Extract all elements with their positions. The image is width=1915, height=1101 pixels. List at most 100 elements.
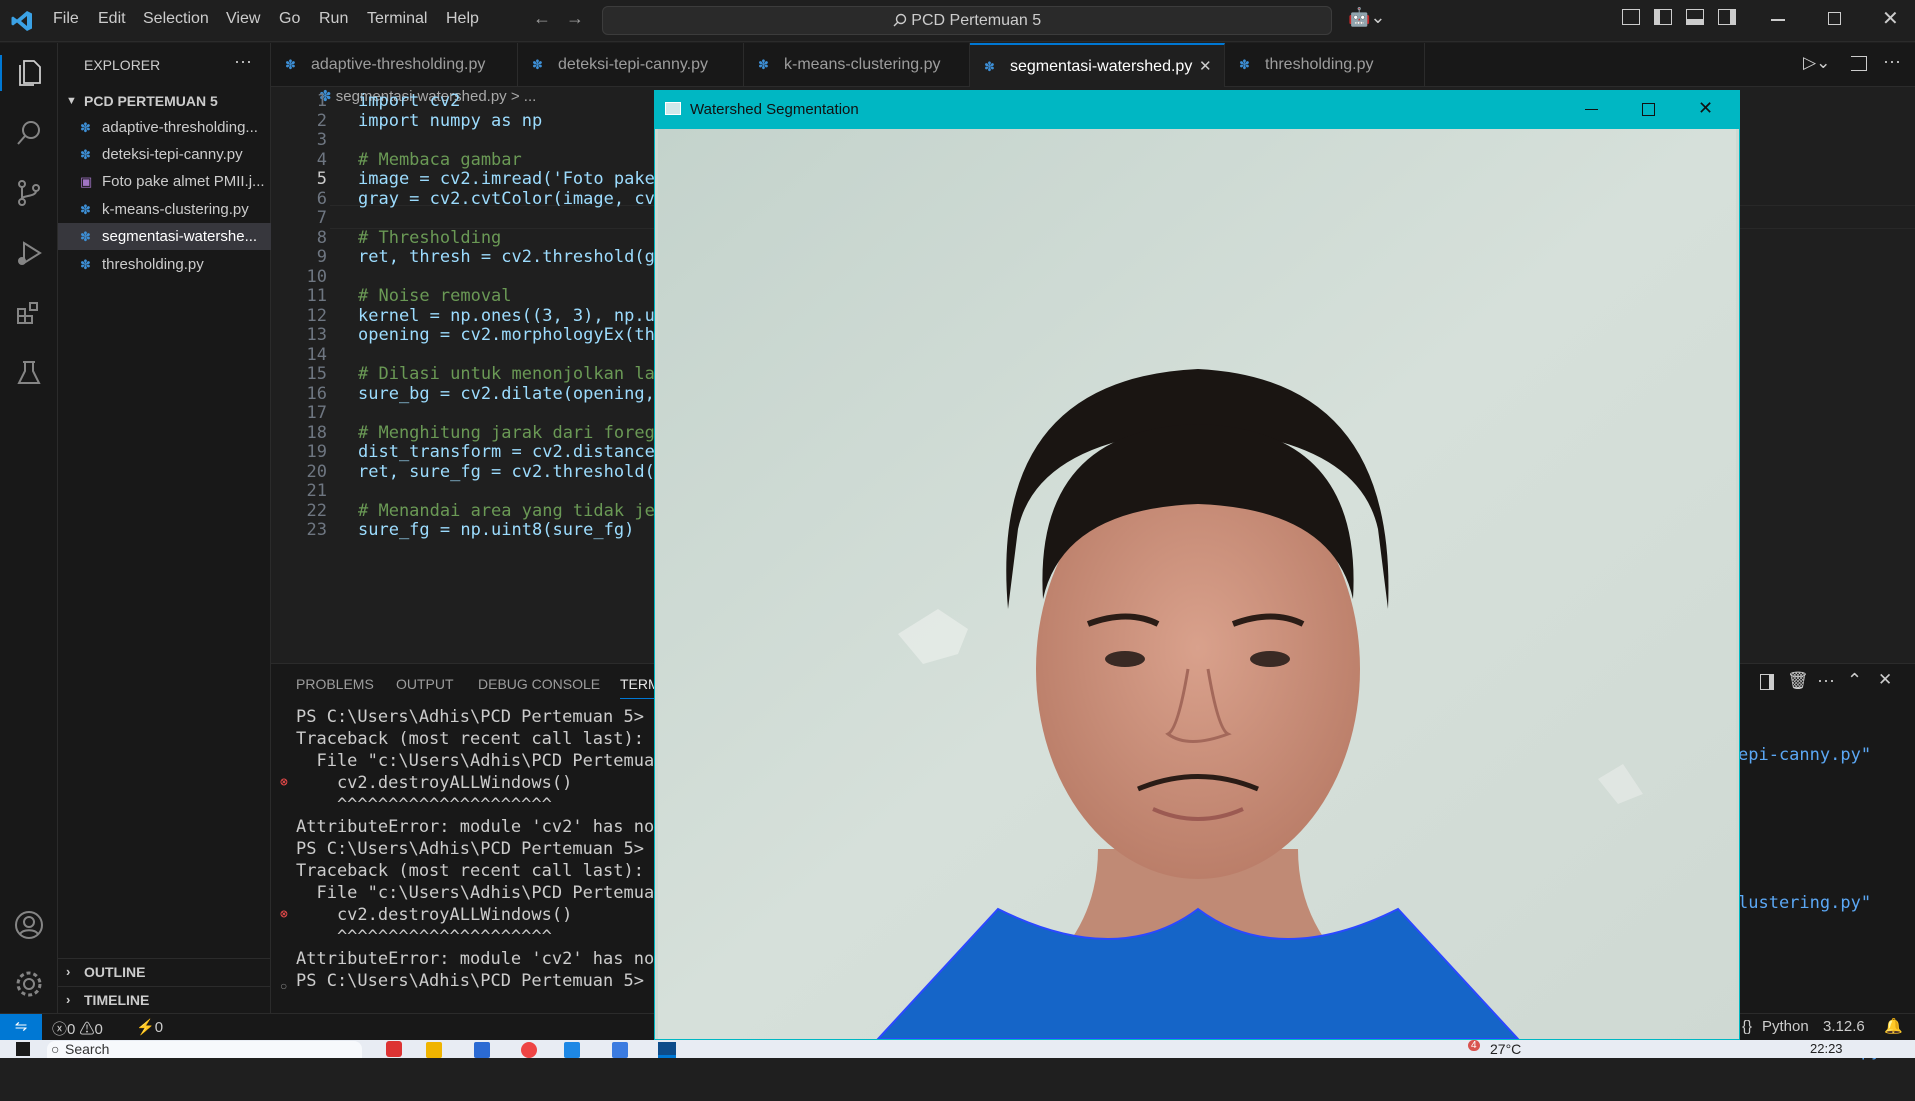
outline-section[interactable]: › OUTLINE — [58, 958, 271, 984]
menu-file[interactable]: File — [53, 10, 79, 28]
vscode-taskbar-icon[interactable] — [564, 1042, 580, 1058]
menu-terminal[interactable]: Terminal — [367, 10, 427, 28]
back-arrow-icon[interactable]: ← — [533, 8, 551, 29]
tab-problems[interactable]: PROBLEMS — [296, 676, 374, 692]
remote-indicator-icon[interactable]: ⇋ — [0, 1014, 42, 1040]
windows-start-icon[interactable] — [16, 1042, 30, 1056]
menu-edit[interactable]: Edit — [98, 10, 126, 28]
windows-taskbar: ○ Search 4 27°C 22:23 — [0, 1040, 1915, 1058]
customize-layout-icon[interactable] — [1622, 9, 1640, 25]
window-minimize-icon[interactable] — [1585, 109, 1598, 111]
window-close-icon[interactable]: ✕ — [1698, 98, 1713, 119]
forward-arrow-icon[interactable]: → — [566, 8, 584, 29]
split-terminal-icon[interactable] — [1760, 674, 1774, 690]
split-editor-icon[interactable] — [1851, 56, 1867, 71]
testing-icon[interactable] — [11, 355, 47, 391]
file-item[interactable]: ✽ k-means-clustering.py — [58, 196, 271, 223]
tab-k-means-clustering[interactable]: ✽ k-means-clustering.py — [744, 43, 970, 87]
file-explorer-icon[interactable] — [426, 1042, 442, 1058]
window-title-bar[interactable]: Watershed Segmentation ✕ — [655, 91, 1739, 129]
window-maximize-icon[interactable] — [1642, 103, 1655, 116]
trash-icon[interactable]: 🗑 — [1787, 671, 1809, 691]
explorer-icon[interactable] — [0, 55, 58, 91]
toggle-sidebar-icon[interactable] — [1654, 9, 1672, 25]
maximize-panel-icon[interactable]: ⌃ — [1847, 670, 1862, 691]
folder-header[interactable]: ▼ PCD PERTEMUAN 5 — [58, 88, 271, 114]
tab-segmentasi-watershed[interactable]: ✽ segmentasi-watershed.py ✕ — [970, 43, 1225, 87]
file-item[interactable]: ✽ adaptive-thresholding... — [58, 114, 271, 141]
close-tab-icon[interactable]: ✕ — [1199, 45, 1212, 89]
menu-run[interactable]: Run — [319, 10, 348, 28]
weather-temp[interactable]: 27°C — [1490, 1041, 1521, 1057]
tab-debug-console[interactable]: DEBUG CONSOLE — [478, 676, 600, 692]
account-icon[interactable] — [11, 907, 47, 943]
app-icon[interactable] — [612, 1042, 628, 1058]
vscode-logo-icon — [11, 11, 32, 31]
line-number: 22 — [306, 500, 327, 521]
source-control-icon[interactable] — [11, 175, 47, 211]
terminal-line: PS C:\Users\Adhis\PCD Pertemuan 5> & — [296, 707, 665, 727]
line-number: 9 — [316, 247, 327, 267]
tab-thresholding[interactable]: ✽ thresholding.py — [1225, 43, 1425, 87]
chrome-icon[interactable] — [521, 1042, 537, 1058]
restore-icon[interactable] — [1828, 12, 1841, 25]
more-panel-actions-icon[interactable]: ··· — [1817, 670, 1835, 691]
search-activity-icon[interactable] — [11, 115, 47, 151]
menu-view[interactable]: View — [226, 10, 260, 28]
code-line: import cv2 — [358, 91, 461, 111]
activity-bar — [0, 43, 58, 1013]
toggle-panel-icon[interactable] — [1686, 9, 1704, 25]
app-icon[interactable] — [474, 1042, 490, 1058]
menu-go[interactable]: Go — [279, 10, 300, 28]
close-window-icon[interactable]: ✕ — [1882, 6, 1899, 31]
file-item[interactable]: ✽ deteksi-tepi-canny.py — [58, 141, 271, 168]
extensions-icon[interactable] — [11, 295, 47, 331]
file-item-selected[interactable]: ✽ segmentasi-watershe... — [58, 223, 271, 250]
problems-status[interactable]: ⓧ0 ⚠0 — [52, 1018, 103, 1039]
warning-icon: ⚠ — [79, 1021, 95, 1038]
minimize-icon[interactable] — [1771, 19, 1785, 21]
line-number: 13 — [306, 325, 327, 345]
line-number: 11 — [306, 286, 327, 306]
more-actions-icon[interactable]: ··· — [234, 51, 252, 72]
tab-adaptive-thresholding[interactable]: ✽ adaptive-thresholding.py — [271, 43, 518, 87]
run-file-icon[interactable]: ▷⌄ — [1803, 53, 1830, 73]
code-line: # Dilasi untuk menonjolkan lat — [358, 364, 666, 384]
breadcrumb-separator: > ... — [510, 88, 537, 105]
copilot-icon[interactable]: 🤖⌄ — [1348, 7, 1386, 28]
clock-time[interactable]: 22:23 — [1810, 1041, 1843, 1056]
menu-selection[interactable]: Selection — [143, 10, 209, 28]
language-mode[interactable]: Python — [1762, 1018, 1809, 1035]
code-line: sure_bg = cv2.dilate(opening, — [358, 383, 655, 404]
timeline-section[interactable]: › TIMELINE — [58, 986, 271, 1012]
notifications-bell-icon[interactable]: 🔔 — [1884, 1017, 1903, 1035]
terminal-right-line: epi-canny.py" — [1738, 745, 1872, 765]
settings-gear-icon[interactable] — [11, 966, 47, 1002]
close-panel-icon[interactable]: ✕ — [1878, 670, 1892, 690]
python-window-icon[interactable] — [658, 1042, 676, 1058]
tab-deteksi-tepi-canny[interactable]: ✽ deteksi-tepi-canny.py — [518, 43, 744, 87]
file-item[interactable]: ▣ Foto pake almet PMII.j... — [58, 168, 271, 195]
python-icon: ✽ — [80, 120, 91, 135]
terminal-prompt-circle-icon: ○ — [280, 979, 288, 993]
python-version[interactable]: 3.12.6 — [1823, 1018, 1865, 1035]
line-number: 17 — [306, 403, 327, 423]
weather-badge: 4 — [1468, 1040, 1480, 1051]
taskbar-search[interactable]: ○ Search — [47, 1041, 362, 1058]
toggle-secondary-sidebar-icon[interactable] — [1718, 9, 1736, 25]
command-center[interactable]: PCD Pertemuan 5 — [602, 6, 1332, 35]
more-editor-actions-icon[interactable]: ··· — [1883, 51, 1901, 72]
run-debug-icon[interactable] — [11, 235, 47, 271]
chevron-right-icon: › — [66, 992, 71, 1007]
tab-output[interactable]: OUTPUT — [396, 676, 454, 692]
file-item[interactable]: ✽ thresholding.py — [58, 251, 271, 278]
tab-label: deteksi-tepi-canny.py — [558, 56, 708, 73]
watershed-window[interactable]: Watershed Segmentation ✕ — [654, 90, 1740, 1040]
terminal-line: ^^^^^^^^^^^^^^^^^^^^^ — [296, 927, 552, 947]
ports-status[interactable]: ⚡0 — [136, 1018, 163, 1036]
app-icon[interactable] — [386, 1041, 402, 1057]
line-number: 3 — [316, 130, 327, 150]
line-number: 16 — [306, 383, 327, 404]
code-line: gray = cv2.cvtColor(image, cv2 — [358, 188, 666, 209]
menu-help[interactable]: Help — [446, 10, 479, 28]
